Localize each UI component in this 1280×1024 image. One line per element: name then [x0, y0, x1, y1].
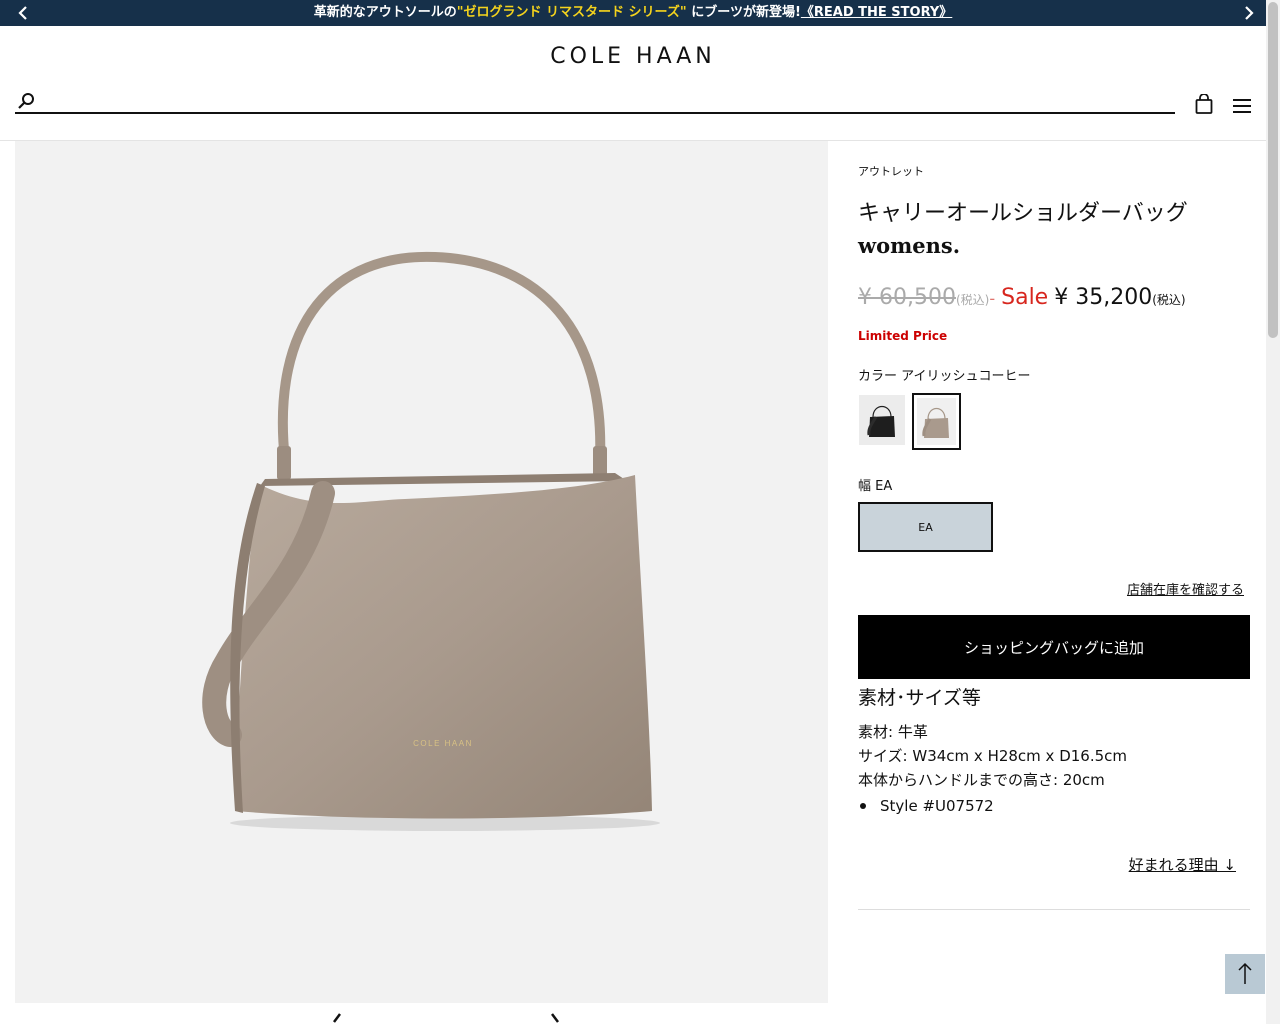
spec-size: サイズ: W34cm x H28cm x D16.5cm — [858, 747, 1128, 765]
arrow-up-icon — [1238, 962, 1252, 984]
announcement-highlight: "ゼログランド リマスタード シリーズ" — [456, 5, 687, 20]
color-value: アイリッシュコーヒー — [901, 369, 1031, 384]
bag-logo-text: COLE HAAN — [413, 739, 473, 748]
product-title: キャリーオールショルダーバッグ — [858, 201, 1188, 226]
announcement-prev-button[interactable] — [10, 0, 36, 26]
bullet-icon — [860, 802, 866, 809]
info-divider — [858, 909, 1250, 910]
specs-heading: 素材･サイズ等 — [858, 687, 981, 709]
announcement-message: 革新的なアウトソールの"ゼログランド リマスタード シリーズ" にブーツが新登場… — [60, 0, 1206, 26]
gallery-prev-button[interactable] — [326, 1012, 346, 1024]
product-image[interactable]: COLE HAAN — [15, 141, 828, 1003]
brown-bag-thumbnail — [914, 395, 959, 448]
color-swatch-black[interactable] — [859, 395, 905, 445]
price-row: ¥ 60,500(税込)- Sale ¥ 35,200(税込) — [858, 285, 1186, 310]
hamburger-menu-icon[interactable] — [1233, 98, 1251, 114]
search-bar — [15, 92, 1175, 114]
color-swatch-irish-coffee[interactable] — [912, 393, 961, 450]
brand-logo[interactable]: COLE HAAN — [0, 44, 1266, 69]
spec-style-item: Style #U07572 — [858, 797, 994, 815]
limited-price-label: Limited Price — [858, 329, 948, 343]
check-store-stock-link[interactable]: 店舗在庫を確認する — [1127, 579, 1244, 598]
chevron-right-icon — [1245, 6, 1254, 20]
read-story-link[interactable]: 《READ THE STORY》 — [801, 5, 952, 20]
original-tax-label: (税込) — [955, 293, 990, 307]
width-label: 幅 EA — [858, 475, 892, 494]
search-input[interactable] — [45, 92, 1165, 112]
sale-label: Sale — [1001, 285, 1049, 310]
spec-material: 素材: 牛革 — [858, 723, 928, 741]
add-to-bag-button[interactable]: ショッピングバッグに追加 — [858, 615, 1250, 679]
color-label-text: カラー — [858, 369, 898, 384]
product-gender: womens. — [858, 233, 961, 258]
sale-tax-label: (税込) — [1152, 293, 1186, 307]
handbag-image: COLE HAAN — [202, 251, 660, 831]
announcement-text-2: にブーツが新登場! — [686, 5, 801, 20]
width-value: EA — [875, 479, 893, 494]
width-option-ea[interactable]: EA — [858, 502, 993, 552]
scrollbar-thumb[interactable] — [1268, 2, 1278, 338]
page-scrollbar[interactable] — [1266, 0, 1280, 1024]
spec-style-number: Style #U07572 — [880, 797, 994, 815]
announcement-text: 革新的なアウトソールの — [313, 5, 457, 20]
why-loved-link[interactable]: 好まれる理由 ↓ — [1129, 854, 1236, 875]
sale-price: ¥ 35,200 — [1054, 285, 1153, 310]
original-price: ¥ 60,500 — [858, 285, 956, 310]
color-label: カラー アイリッシュコーヒー — [858, 365, 1031, 384]
width-label-text: 幅 — [858, 479, 872, 494]
gallery-next-button[interactable] — [546, 1012, 566, 1024]
product-category[interactable]: アウトレット — [858, 163, 924, 179]
black-bag-thumbnail — [859, 395, 905, 445]
price-separator: - — [989, 289, 996, 308]
shopping-bag-icon[interactable] — [1195, 94, 1213, 114]
announcement-next-button[interactable] — [1236, 0, 1262, 26]
spec-handle-height: 本体からハンドルまでの高さ: 20cm — [858, 771, 1105, 789]
chevron-left-icon — [18, 6, 27, 20]
back-to-top-button[interactable] — [1225, 954, 1265, 994]
search-icon[interactable] — [17, 92, 35, 110]
announcement-bar: 革新的なアウトソールの"ゼログランド リマスタード シリーズ" にブーツが新登場… — [0, 0, 1266, 26]
